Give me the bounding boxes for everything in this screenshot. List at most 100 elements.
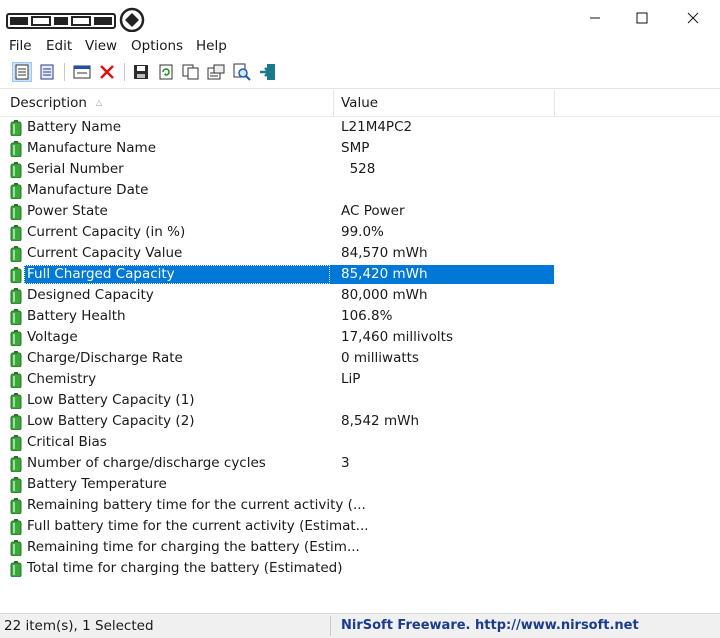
table-row[interactable]: Low Battery Capacity (2) 8,542 mWh bbox=[0, 411, 720, 432]
close-button[interactable] bbox=[668, 0, 718, 36]
properties-window-button[interactable] bbox=[72, 62, 92, 82]
find-button[interactable] bbox=[232, 62, 252, 82]
row-description: Battery Health bbox=[27, 308, 126, 324]
battery-icon bbox=[10, 519, 22, 535]
table-row[interactable]: Remaining battery time for the current a… bbox=[0, 495, 720, 516]
battery-icon bbox=[10, 204, 22, 220]
table-row[interactable]: Full battery time for the current activi… bbox=[0, 516, 720, 537]
battery-info-list[interactable]: Description △ Value Battery Name L21M4PC2… bbox=[0, 90, 720, 612]
nirsoft-logo bbox=[6, 7, 145, 32]
battery-icon bbox=[10, 435, 22, 451]
table-row[interactable]: Chemistry LiP bbox=[0, 369, 720, 390]
row-value: SMP bbox=[341, 140, 370, 156]
nirsoft-link[interactable]: NirSoft Freeware. http://www.nirsoft.net bbox=[341, 618, 639, 633]
table-row[interactable]: Charge/Discharge Rate 0 milliwatts bbox=[0, 348, 720, 369]
table-row[interactable]: Battery Temperature bbox=[0, 474, 720, 495]
html-report-selected-icon bbox=[40, 64, 54, 80]
battery-icon bbox=[10, 456, 22, 472]
toolbar-separator bbox=[64, 63, 65, 81]
column-header-description[interactable]: Description bbox=[10, 90, 87, 116]
battery-icon bbox=[10, 561, 22, 577]
row-description: Voltage bbox=[27, 329, 78, 345]
exit-icon bbox=[260, 64, 275, 80]
row-description: Chemistry bbox=[27, 371, 97, 387]
row-description: Remaining time for charging the battery … bbox=[27, 539, 360, 555]
battery-icon bbox=[10, 141, 22, 157]
list-rows: Battery Name L21M4PC2 Manufacture Name SMP S… bbox=[0, 117, 720, 579]
table-row[interactable]: Voltage 17,460 millivolts bbox=[0, 327, 720, 348]
row-value: 85,420 mWh bbox=[341, 266, 428, 282]
battery-icon bbox=[10, 498, 22, 514]
row-value: 17,460 millivolts bbox=[341, 329, 454, 345]
row-description: Manufacture Date bbox=[27, 182, 149, 198]
battery-icon bbox=[10, 183, 22, 199]
battery-icon bbox=[10, 267, 22, 283]
row-description: Full battery time for the current activi… bbox=[27, 518, 369, 534]
table-row[interactable]: Power State AC Power bbox=[0, 201, 720, 222]
row-value: 0 milliwatts bbox=[341, 350, 419, 366]
column-divider[interactable] bbox=[333, 90, 334, 116]
table-row[interactable]: Current Capacity Value 84,570 mWh bbox=[0, 243, 720, 264]
row-description: Low Battery Capacity (1) bbox=[27, 392, 195, 408]
html-report-selected-button[interactable] bbox=[37, 62, 57, 82]
status-item-count: 22 item(s), 1 Selected bbox=[4, 618, 154, 634]
row-description: Battery Name bbox=[27, 119, 122, 135]
row-description: Total time for charging the battery (Est… bbox=[27, 560, 343, 576]
delete-icon bbox=[100, 65, 114, 79]
menu-file[interactable]: File bbox=[9, 38, 32, 54]
copy-button[interactable] bbox=[181, 62, 201, 82]
row-value: LiP bbox=[341, 371, 361, 387]
menu-options[interactable]: Options bbox=[131, 38, 183, 54]
delete-button[interactable] bbox=[97, 62, 117, 82]
table-row[interactable]: Current Capacity (in %) 99.0% bbox=[0, 222, 720, 243]
column-header-value[interactable]: Value bbox=[341, 90, 378, 116]
column-divider[interactable] bbox=[554, 90, 555, 116]
row-description: Number of charge/discharge cycles bbox=[27, 455, 266, 471]
battery-icon bbox=[10, 330, 22, 346]
refresh-icon bbox=[159, 64, 173, 80]
list-header: Description △ Value bbox=[0, 90, 720, 117]
battery-icon bbox=[10, 477, 22, 493]
menu-edit[interactable]: Edit bbox=[46, 38, 72, 54]
table-row[interactable]: Critical Bias bbox=[0, 432, 720, 453]
table-row[interactable]: Total time for charging the battery (Est… bbox=[0, 558, 720, 579]
toolbar bbox=[0, 58, 720, 89]
html-report-all-button[interactable] bbox=[12, 62, 32, 82]
table-row[interactable]: Low Battery Capacity (1) bbox=[0, 390, 720, 411]
row-description: Power State bbox=[27, 203, 108, 219]
table-row[interactable]: Remaining time for charging the battery … bbox=[0, 537, 720, 558]
table-row[interactable]: Battery Health 106.8% bbox=[0, 306, 720, 327]
close-icon bbox=[687, 12, 699, 24]
exit-button[interactable] bbox=[258, 62, 278, 82]
battery-icon bbox=[10, 351, 22, 367]
menu-help[interactable]: Help bbox=[196, 38, 227, 54]
minimize-button[interactable] bbox=[570, 0, 620, 36]
save-button[interactable] bbox=[131, 62, 151, 82]
row-value: 84,570 mWh bbox=[341, 245, 428, 261]
table-row[interactable]: Number of charge/discharge cycles 3 bbox=[0, 453, 720, 474]
table-row[interactable]: Full Charged Capacity 85,420 mWh bbox=[0, 264, 720, 285]
table-row[interactable]: Manufacture Date bbox=[0, 180, 720, 201]
table-row[interactable]: Designed Capacity 80,000 mWh bbox=[0, 285, 720, 306]
row-description: Low Battery Capacity (2) bbox=[27, 413, 195, 429]
battery-icon bbox=[10, 246, 22, 262]
title-bar bbox=[0, 0, 720, 36]
menu-view[interactable]: View bbox=[85, 38, 117, 54]
row-description: Current Capacity Value bbox=[27, 245, 183, 261]
status-divider bbox=[330, 616, 331, 636]
copy-icon bbox=[182, 64, 199, 80]
toolbar-separator bbox=[124, 63, 125, 81]
table-row[interactable]: Battery Name L21M4PC2 bbox=[0, 117, 720, 138]
battery-icon bbox=[10, 540, 22, 556]
html-report-all-icon bbox=[15, 64, 29, 80]
row-description: Serial Number bbox=[27, 161, 124, 177]
refresh-button[interactable] bbox=[156, 62, 176, 82]
table-row[interactable]: Serial Number 528 bbox=[0, 159, 720, 180]
row-value: 80,000 mWh bbox=[341, 287, 428, 303]
maximize-button[interactable] bbox=[617, 0, 667, 36]
battery-icon bbox=[10, 393, 22, 409]
table-row[interactable]: Manufacture Name SMP bbox=[0, 138, 720, 159]
row-value: 106.8% bbox=[341, 308, 393, 324]
properties-button[interactable] bbox=[206, 62, 226, 82]
battery-icon bbox=[10, 162, 22, 178]
